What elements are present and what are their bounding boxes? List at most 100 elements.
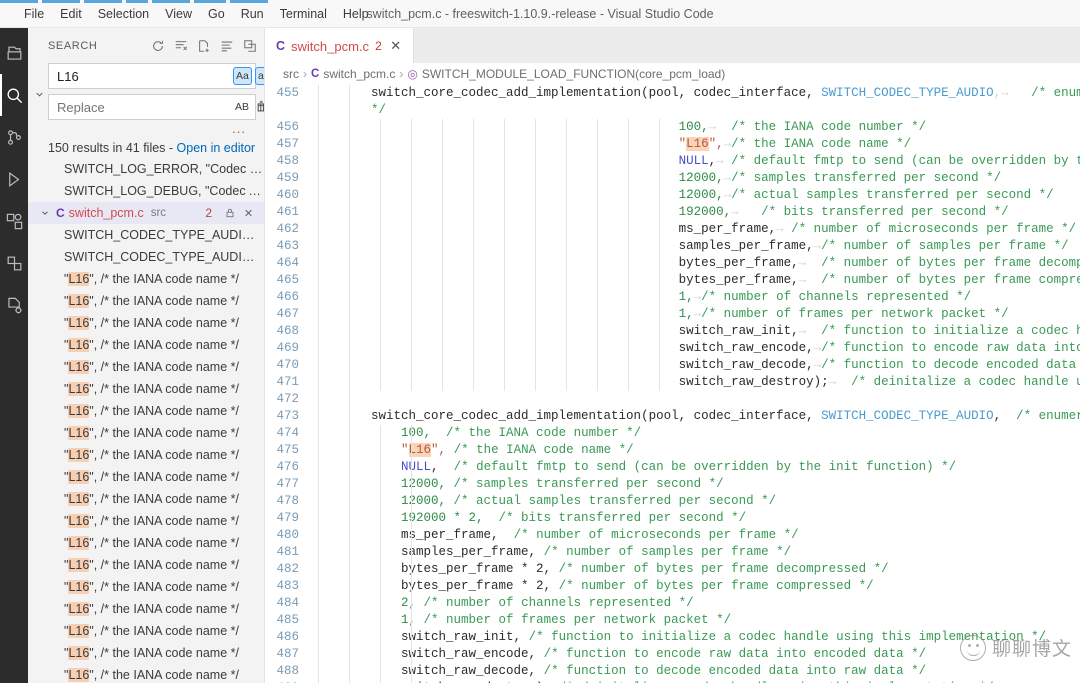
search-result-row[interactable]: "L16", /* the IANA code name */: [28, 334, 264, 356]
search-result-row[interactable]: "L16", /* the IANA code name */: [28, 532, 264, 554]
search-result-row[interactable]: "L16", /* the IANA code name */: [28, 378, 264, 400]
code-line[interactable]: switch_raw_decode, /* function to decode…: [311, 663, 1080, 680]
code-line[interactable]: ms_per_frame, /* number of microseconds …: [311, 527, 1080, 544]
code-line[interactable]: NULL,→ /* default fmtp to send (can be o…: [311, 153, 1080, 170]
search-result-row[interactable]: "L16", /* the IANA code name */: [28, 466, 264, 488]
clear-results-icon[interactable]: [173, 38, 189, 54]
menu-item-go[interactable]: Go: [200, 3, 233, 25]
search-result-row[interactable]: "L16", /* the IANA code name */: [28, 510, 264, 532]
search-result-row[interactable]: "L16", /* the IANA code name */: [28, 598, 264, 620]
search-result-row[interactable]: SWITCH_CODEC_TYPE_AUDIO, 100, "L...: [28, 224, 264, 246]
menu-item-view[interactable]: View: [157, 3, 200, 25]
chevron-down-icon[interactable]: [38, 208, 52, 218]
search-result-row[interactable]: "L16", /* the IANA code name */: [28, 444, 264, 466]
code-line[interactable]: */: [311, 102, 1080, 119]
code-line[interactable]: 1, /* number of frames per network packe…: [311, 612, 1080, 629]
search-result-row[interactable]: "L16", /* the IANA code name */: [28, 488, 264, 510]
search-result-row[interactable]: SWITCH_LOG_ERROR, "Codec Error L1...: [28, 158, 264, 180]
search-result-row[interactable]: "L16", /* the IANA code name */: [28, 664, 264, 683]
menu-item-selection[interactable]: Selection: [90, 3, 157, 25]
code-line[interactable]: bytes_per_frame,→ /* number of bytes per…: [311, 255, 1080, 272]
code-line[interactable]: 192000 * 2, /* bits transferred per seco…: [311, 510, 1080, 527]
close-icon[interactable]: ✕: [241, 206, 256, 221]
menu-item-edit[interactable]: Edit: [52, 3, 90, 25]
breadcrumb-item-file[interactable]: C switch_pcm.c: [311, 67, 395, 81]
search-result-row[interactable]: "L16", /* the IANA code name */: [28, 312, 264, 334]
code-line[interactable]: switch_raw_init, /* function to initiali…: [311, 629, 1080, 646]
search-result-row[interactable]: "L16", /* the IANA code name */: [28, 400, 264, 422]
code-line[interactable]: 12000,→/* actual samples transferred per…: [311, 187, 1080, 204]
line-number: 456: [276, 120, 299, 134]
code-line[interactable]: bytes_per_frame * 2, /* number of bytes …: [311, 561, 1080, 578]
tab-switch-pcm-c[interactable]: C switch_pcm.c 2 ✕: [265, 28, 414, 63]
menu-item-help[interactable]: Help: [335, 3, 377, 25]
code-editor[interactable]: 455 456 457 458 459 460 461 462 463 464 465 466 467…: [265, 85, 1080, 683]
code-line[interactable]: switch_raw_decode,→/* function to decode…: [311, 357, 1080, 374]
code-line[interactable]: switch_core_codec_add_implementation(poo…: [311, 408, 1080, 425]
search-input[interactable]: [57, 65, 233, 87]
replace-input[interactable]: [57, 96, 233, 118]
toggle-replace-chevron-icon[interactable]: [32, 87, 46, 101]
code-line[interactable]: bytes_per_frame * 2, /* number of bytes …: [311, 578, 1080, 595]
search-result-row[interactable]: "L16", /* the IANA code name */: [28, 576, 264, 598]
search-result-row[interactable]: "L16", /* the IANA code name */: [28, 642, 264, 664]
remote-explorer-icon[interactable]: [0, 284, 28, 326]
code-line[interactable]: 12000, /* actual samples transferred per…: [311, 493, 1080, 510]
close-icon[interactable]: ✕: [388, 38, 404, 54]
search-result-row[interactable]: "L16", /* the IANA code name */: [28, 268, 264, 290]
search-result-row[interactable]: SWITCH_CODEC_TYPE_AUDIO, 100, "L...: [28, 246, 264, 268]
menu-item-run[interactable]: Run: [233, 3, 272, 25]
search-result-row[interactable]: SWITCH_LOG_DEBUG, "Codec Activate...: [28, 180, 264, 202]
search-result-row[interactable]: "L16", /* the IANA code name */: [28, 422, 264, 444]
code-line[interactable]: 1,→/* number of channels represented */: [311, 289, 1080, 306]
toggle-search-details-button[interactable]: ...: [232, 122, 246, 139]
code-line[interactable]: 192000,→ /* bits transferred per second …: [311, 204, 1080, 221]
search-result-row[interactable]: "L16", /* the IANA code name */: [28, 356, 264, 378]
code-line[interactable]: 100, /* the IANA code number */: [311, 425, 1080, 442]
lock-icon[interactable]: [222, 206, 237, 221]
menu-item-file[interactable]: File: [16, 3, 52, 25]
search-result-row[interactable]: "L16", /* the IANA code name */: [28, 554, 264, 576]
code-line[interactable]: 2, /* number of channels represented */: [311, 595, 1080, 612]
search-result-file-row[interactable]: Cswitch_pcm.c src 2 ✕: [28, 202, 264, 224]
explorer-icon[interactable]: [0, 32, 28, 74]
view-as-list-icon[interactable]: [219, 38, 235, 54]
breadcrumb-item-symbol[interactable]: ◎ SWITCH_MODULE_LOAD_FUNCTION(core_pcm_l…: [407, 67, 725, 81]
breadcrumb-item-folder[interactable]: src: [283, 67, 299, 81]
code-line[interactable]: switch_core_codec_add_implementation(poo…: [311, 85, 1080, 102]
new-search-editor-icon[interactable]: [196, 38, 212, 54]
code-line[interactable]: 100,→ /* the IANA code number */: [311, 119, 1080, 136]
search-result-row[interactable]: "L16", /* the IANA code name */: [28, 620, 264, 642]
code-line[interactable]: ms_per_frame,→ /* number of microseconds…: [311, 221, 1080, 238]
code-line[interactable]: 1,→/* number of frames per network packe…: [311, 306, 1080, 323]
code-line[interactable]: bytes_per_frame,→ /* number of bytes per…: [311, 272, 1080, 289]
replace-all-icon[interactable]: [254, 98, 264, 116]
search-icon[interactable]: [0, 74, 28, 116]
match-whole-word-toggle[interactable]: ab: [254, 67, 264, 85]
code-line[interactable]: [311, 391, 1080, 408]
code-content[interactable]: switch_core_codec_add_implementation(poo…: [311, 85, 1080, 683]
collapse-all-icon[interactable]: [242, 38, 258, 54]
search-result-row[interactable]: "L16", /* the IANA code name */: [28, 290, 264, 312]
search-results-list[interactable]: SWITCH_LOG_ERROR, "Codec Error L1... SWIT…: [28, 158, 264, 683]
menu-item-terminal[interactable]: Terminal: [272, 3, 335, 25]
code-line[interactable]: switch_raw_encode, /* function to encode…: [311, 646, 1080, 663]
code-line[interactable]: NULL, /* default fmtp to send (can be ov…: [311, 459, 1080, 476]
code-line[interactable]: "L16", /* the IANA code name */: [311, 442, 1080, 459]
run-debug-icon[interactable]: [0, 158, 28, 200]
code-line[interactable]: 12000, /* samples transferred per second…: [311, 476, 1080, 493]
code-line[interactable]: samples_per_frame, /* number of samples …: [311, 544, 1080, 561]
testing-icon[interactable]: [0, 242, 28, 284]
code-line[interactable]: "L16",→/* the IANA code name */: [311, 136, 1080, 153]
code-line[interactable]: switch_raw_init,→ /* function to initial…: [311, 323, 1080, 340]
match-case-toggle[interactable]: Aa: [233, 67, 252, 85]
code-line[interactable]: 12000,→/* samples transferred per second…: [311, 170, 1080, 187]
source-control-icon[interactable]: [0, 116, 28, 158]
code-line[interactable]: switch_raw_destroy);→ /* deinitalize a c…: [311, 374, 1080, 391]
refresh-icon[interactable]: [150, 38, 166, 54]
extensions-icon[interactable]: [0, 200, 28, 242]
code-line[interactable]: samples_per_frame,→/* number of samples …: [311, 238, 1080, 255]
open-in-editor-link[interactable]: Open in editor: [177, 141, 256, 155]
code-line[interactable]: switch_raw_encode,→/* function to encode…: [311, 340, 1080, 357]
preserve-case-toggle[interactable]: AB: [233, 98, 251, 116]
